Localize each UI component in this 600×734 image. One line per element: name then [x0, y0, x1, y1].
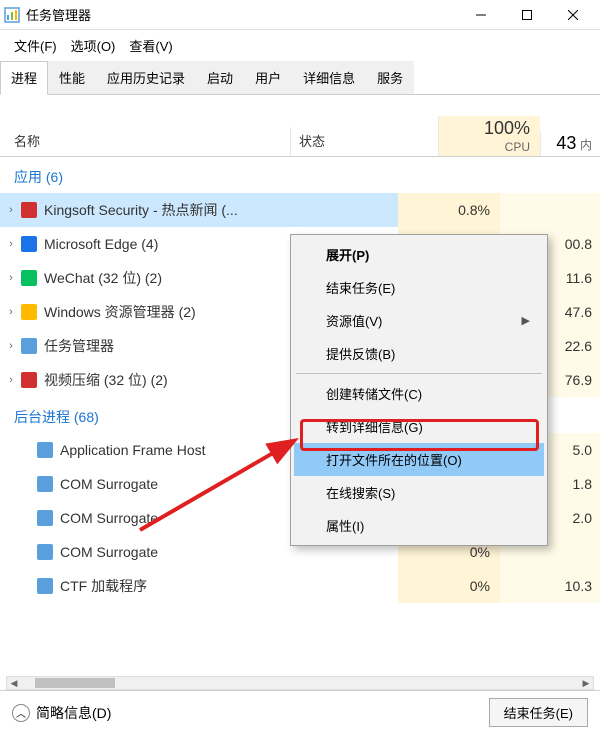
- process-name: Microsoft Edge (4): [44, 236, 158, 252]
- col-header-status[interactable]: 状态: [290, 127, 438, 156]
- process-name: 任务管理器: [44, 336, 114, 356]
- horizontal-scrollbar[interactable]: ◀ ▶: [6, 676, 594, 690]
- process-name: COM Surrogate: [60, 544, 158, 560]
- chevron-right-icon: ▶: [522, 314, 530, 327]
- process-name: Kingsoft Security - 热点新闻 (...: [44, 200, 238, 220]
- col-header-name[interactable]: 名称: [0, 127, 290, 156]
- ctx-goto-details[interactable]: 转到详细信息(G): [294, 410, 544, 443]
- tab-startup[interactable]: 启动: [196, 61, 244, 94]
- minimize-button[interactable]: [458, 0, 504, 30]
- expand-chevron-icon[interactable]: ›: [4, 374, 18, 386]
- ctx-feedback[interactable]: 提供反馈(B): [294, 337, 544, 370]
- ctx-expand[interactable]: 展开(P): [294, 238, 544, 271]
- ctx-create-dump[interactable]: 创建转储文件(C): [294, 377, 544, 410]
- process-icon: [36, 543, 54, 561]
- process-icon: [36, 509, 54, 527]
- process-icon: [20, 337, 38, 355]
- col-header-memory[interactable]: 43 内: [540, 131, 600, 156]
- process-memory: [500, 193, 600, 227]
- process-icon: [20, 303, 38, 321]
- column-headers: 名称 状态 100% CPU 43 内: [0, 105, 600, 157]
- tab-processes[interactable]: 进程: [0, 61, 48, 95]
- ctx-separator: [296, 373, 542, 374]
- process-name: 视频压缩 (32 位) (2): [44, 370, 168, 390]
- col-header-cpu[interactable]: 100% CPU: [438, 116, 540, 156]
- ctx-properties[interactable]: 属性(I): [294, 509, 544, 542]
- tab-strip: 进程 性能 应用历史记录 启动 用户 详细信息 服务: [0, 61, 600, 95]
- close-button[interactable]: [550, 0, 596, 30]
- process-name: Windows 资源管理器 (2): [44, 302, 196, 322]
- brief-info-label[interactable]: 简略信息(D): [36, 703, 489, 723]
- ctx-search-online[interactable]: 在线搜索(S): [294, 476, 544, 509]
- menu-file[interactable]: 文件(F): [8, 32, 63, 59]
- tab-app-history[interactable]: 应用历史记录: [96, 61, 196, 94]
- ctx-resource-values[interactable]: 资源值(V)▶: [294, 304, 544, 337]
- process-icon: [20, 371, 38, 389]
- tab-users[interactable]: 用户: [244, 61, 292, 94]
- window-title: 任务管理器: [26, 5, 458, 24]
- scroll-left-icon[interactable]: ◀: [7, 678, 21, 689]
- process-icon: [36, 577, 54, 595]
- process-name: COM Surrogate: [60, 510, 158, 526]
- process-memory: 10.3: [500, 569, 600, 603]
- menu-view[interactable]: 查看(V): [123, 32, 178, 59]
- process-icon: [36, 475, 54, 493]
- process-name: Application Frame Host: [60, 442, 206, 458]
- group-apps: 应用 (6): [0, 157, 600, 193]
- scrollbar-thumb[interactable]: [35, 678, 115, 688]
- expand-chevron-icon[interactable]: ›: [4, 238, 18, 250]
- app-icon: [4, 7, 20, 23]
- menu-bar: 文件(F) 选项(O) 查看(V): [0, 30, 600, 61]
- ctx-open-file-location[interactable]: 打开文件所在的位置(O): [294, 443, 544, 476]
- process-name: COM Surrogate: [60, 476, 158, 492]
- process-row[interactable]: › Kingsoft Security - 热点新闻 (... 0.8%: [0, 193, 600, 227]
- expand-chevron-icon[interactable]: ›: [4, 272, 18, 284]
- process-icon: [20, 201, 38, 219]
- process-cpu: 0%: [398, 569, 500, 603]
- expand-chevron-icon[interactable]: ›: [4, 340, 18, 352]
- process-cpu: 0.8%: [398, 193, 500, 227]
- scroll-right-icon[interactable]: ▶: [579, 678, 593, 689]
- expand-chevron-icon[interactable]: ›: [4, 204, 18, 216]
- tab-services[interactable]: 服务: [366, 61, 414, 94]
- end-task-button[interactable]: 结束任务(E): [489, 698, 588, 727]
- process-name: CTF 加载程序: [60, 576, 147, 596]
- process-name: WeChat (32 位) (2): [44, 268, 162, 288]
- footer-bar: ︿ 简略信息(D) 结束任务(E): [0, 690, 600, 734]
- process-row[interactable]: CTF 加载程序 0%10.3: [0, 569, 600, 603]
- mem-usage-pct: 43: [556, 133, 576, 153]
- chevron-up-icon[interactable]: ︿: [12, 704, 30, 722]
- context-menu: 展开(P) 结束任务(E) 资源值(V)▶ 提供反馈(B) 创建转储文件(C) …: [290, 234, 548, 546]
- tab-performance[interactable]: 性能: [48, 61, 96, 94]
- process-icon: [36, 441, 54, 459]
- cpu-usage-pct: 100%: [449, 118, 530, 139]
- title-bar: 任务管理器: [0, 0, 600, 30]
- expand-chevron-icon[interactable]: ›: [4, 306, 18, 318]
- process-icon: [20, 235, 38, 253]
- menu-options[interactable]: 选项(O): [65, 32, 122, 59]
- ctx-end-task[interactable]: 结束任务(E): [294, 271, 544, 304]
- tab-details[interactable]: 详细信息: [292, 61, 366, 94]
- process-icon: [20, 269, 38, 287]
- maximize-button[interactable]: [504, 0, 550, 30]
